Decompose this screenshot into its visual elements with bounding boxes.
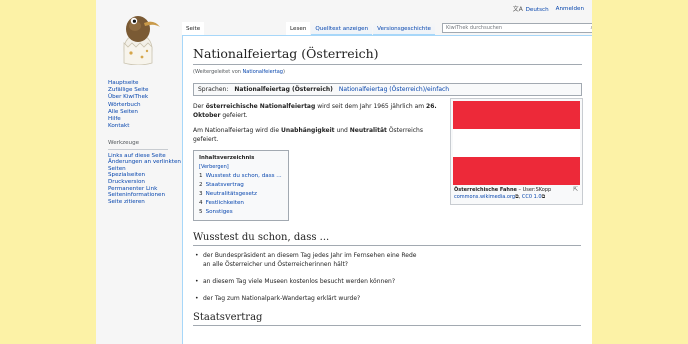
flag-stripe-top: [453, 101, 580, 129]
toc-entry[interactable]: 5 Sonstiges: [199, 208, 283, 217]
tab-view-source[interactable]: Quelltext anzeigen: [311, 22, 373, 35]
toc-header: Inhaltsverzeichnis [Verbergen]: [199, 154, 283, 172]
search-box[interactable]: KiwiThek durchsuchen ⌕: [441, 23, 592, 33]
flag-stripe-bottom: [453, 157, 580, 185]
tab-page[interactable]: Seite: [182, 22, 205, 35]
toc-entry[interactable]: 1 Wusstest du schon, dass ...: [199, 172, 283, 181]
article-content: Nationalfeiertag (Österreich) (Weitergel…: [182, 35, 592, 344]
caption-license-link[interactable]: CC0 1.0: [522, 194, 542, 200]
fact-list: der Bundespräsident an diesem Tag jedes …: [193, 251, 582, 303]
sidebar-tools: Links auf diese Seite Änderungen an verl…: [108, 153, 182, 206]
flag-thumbnail: ⇱ Österreichische Fahne – User:SKopp com…: [450, 98, 583, 205]
toc-title: Inhaltsverzeichnis: [199, 155, 255, 161]
toc-label: Festlichkeiten: [205, 200, 244, 206]
text: wird seit dem Jahr 1965 jährlich am: [315, 103, 427, 110]
sidebar-item-hilfe[interactable]: Hilfe: [108, 116, 182, 123]
kiwi-logo[interactable]: [114, 3, 162, 65]
translate-icon: 文A: [512, 6, 523, 13]
text: gefeiert.: [220, 112, 248, 119]
sidebar-item-alle-seiten[interactable]: Alle Seiten: [108, 109, 182, 116]
search-input[interactable]: KiwiThek durchsuchen: [446, 25, 502, 31]
personal-tools: 文A Deutsch Anmelden: [513, 4, 584, 14]
toc-number: 1: [199, 173, 203, 179]
caption-title: Österreichische Fahne: [454, 187, 517, 193]
language-current: Nationalfeiertag (Österreich): [234, 86, 333, 93]
thumb-caption: ⇱ Österreichische Fahne – User:SKopp com…: [453, 185, 580, 202]
toc-entry[interactable]: 4 Festlichkeiten: [199, 199, 283, 208]
toc-number: 3: [199, 191, 203, 197]
toc-number: 2: [199, 182, 203, 188]
language-bar: Sprachen: Nationalfeiertag (Österreich) …: [193, 83, 582, 96]
search-icon[interactable]: ⌕: [591, 24, 592, 32]
toc-toggle[interactable]: [Verbergen]: [199, 164, 229, 170]
sidebar-item-ueber-kiwithek[interactable]: Über KiwiThek: [108, 94, 182, 101]
caption-line-1: Österreichische Fahne – User:SKopp: [454, 187, 579, 194]
languages-label: Sprachen:: [198, 86, 229, 93]
sidebar-item-woerterbuch[interactable]: Wörterbuch: [108, 102, 182, 109]
sidebar-item-page-info[interactable]: Seiteninformationen: [108, 192, 182, 199]
view-tabs: Lesen Quelltext anzeigen Versionsgeschic…: [286, 22, 592, 35]
toc-label: Staatsvertrag: [205, 182, 244, 188]
list-item: der Tag zum Nationalpark-Wandertag erklä…: [193, 294, 423, 303]
wiki-page: 文A Deutsch Anmelden Seite Lesen Quelltex…: [96, 0, 592, 344]
bold-text: österreichische Nationalfeiertag: [205, 103, 316, 110]
language-selector[interactable]: 文A Deutsch: [513, 4, 549, 13]
table-of-contents: Inhaltsverzeichnis [Verbergen] 1 Wusstest…: [193, 150, 289, 221]
toc-label: Wusstest du schon, dass ...: [205, 173, 282, 179]
toc-entry[interactable]: 2 Staatsvertrag: [199, 181, 283, 190]
toc-number: 5: [199, 209, 203, 215]
section-heading-staatsvertrag: Staatsvertrag: [193, 311, 581, 326]
sidebar-item-special-pages[interactable]: Spezialseiten: [108, 172, 182, 179]
enlarge-icon[interactable]: ⇱: [573, 186, 578, 193]
caption-line-2: commons.wikimedia.org⧉, CC0 1.0⧉: [454, 194, 546, 200]
language-label: Deutsch: [525, 7, 549, 13]
toc-label: Neutralitätsgesetz: [205, 191, 257, 197]
sidebar-item-cite-page[interactable]: Seite zitieren: [108, 199, 182, 206]
section-heading-wusstest: Wusstest du schon, dass ...: [193, 231, 581, 246]
list-item: der Bundespräsident an diesem Tag jedes …: [193, 251, 423, 269]
austrian-flag-image[interactable]: [453, 101, 580, 185]
list-item: an diesem Tag viele Museen kostenlos bes…: [193, 277, 423, 286]
namespace-tabs: Seite: [182, 22, 205, 35]
sidebar-item-related-changes[interactable]: Änderungen an verlinkten Seiten: [108, 159, 182, 172]
toc-entry[interactable]: 3 Neutralitätsgesetz: [199, 190, 283, 199]
bold-text: Neutralität: [349, 127, 387, 134]
login-link[interactable]: Anmelden: [556, 6, 584, 12]
redirect-link[interactable]: Nationalfeiertag: [243, 69, 283, 75]
bold-text: Unabhängigkeit: [280, 127, 335, 134]
text: Der: [193, 103, 206, 110]
sidebar-item-print-version[interactable]: Druckversion: [108, 179, 182, 186]
toc-label: Sonstiges: [205, 209, 233, 215]
sidebar-main-nav: Hauptseite Zufällige Seite Über KiwiThek…: [108, 80, 182, 130]
external-link-icon: ⧉: [541, 194, 546, 200]
caption-author: – User:SKopp: [516, 187, 552, 193]
page-title: Nationalfeiertag (Österreich): [193, 46, 582, 65]
sidebar-item-kontakt[interactable]: Kontakt: [108, 123, 182, 130]
language-link-einfach[interactable]: Nationalfeiertag (Österreich)/einfach: [339, 85, 449, 94]
sidebar: Hauptseite Zufällige Seite Über KiwiThek…: [108, 80, 182, 205]
tab-history[interactable]: Versionsgeschichte: [373, 22, 435, 35]
toc-number: 4: [199, 200, 203, 206]
second-paragraph: Am Nationalfeiertag wird die Unabhängigk…: [193, 126, 438, 144]
redirect-prefix: (Weitergeleitet von: [193, 69, 243, 75]
text: Am Nationalfeiertag wird die: [193, 127, 281, 134]
sidebar-item-permanent-link[interactable]: Permanenter Link: [108, 186, 182, 193]
redirect-suffix: ): [282, 69, 285, 75]
external-link-icon: ⧉: [515, 194, 519, 200]
flag-stripe-middle: [453, 129, 580, 157]
text: und: [334, 127, 350, 134]
sidebar-tools-heading: Werkzeuge: [108, 140, 168, 150]
tab-read[interactable]: Lesen: [286, 22, 311, 35]
sidebar-item-hauptseite[interactable]: Hauptseite: [108, 80, 182, 87]
redirect-note: (Weitergeleitet von Nationalfeiertag): [193, 68, 582, 77]
caption-source-link[interactable]: commons.wikimedia.org: [454, 194, 515, 200]
intro-paragraph: Der österreichische Nationalfeiertag wir…: [193, 102, 438, 120]
